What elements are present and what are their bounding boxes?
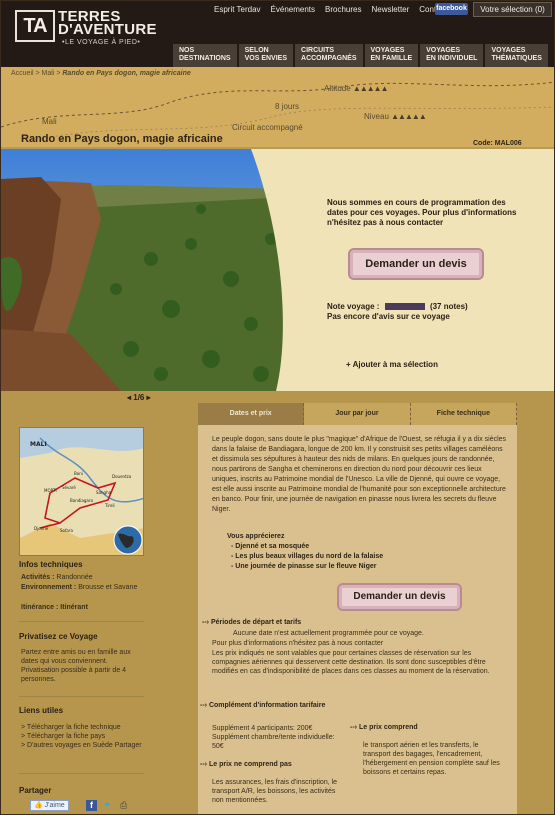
complement-heading: --› Complément d'information tarifaire xyxy=(200,702,326,709)
niveau-rating-icon: ▲▲▲▲▲ xyxy=(391,112,427,121)
nav-famille[interactable]: VOYAGES EN FAMILLE xyxy=(364,44,419,67)
highlights: Vous apprécierez - Djenné et sa mosquée … xyxy=(227,533,384,570)
tab-fiche-technique[interactable]: Fiche technique xyxy=(411,403,517,425)
like-button[interactable]: 👍 J'aime xyxy=(30,800,69,811)
nav-circuits[interactable]: CIRCUITS ACCOMPAGNÉS xyxy=(295,44,363,67)
breadcrumb: Accueil > Mali > Rando en Pays dogon, ma… xyxy=(11,70,191,77)
twitter-icon[interactable]: ✦ xyxy=(103,800,116,811)
map-label-douentza: Douentza xyxy=(112,474,132,479)
programming-notice: Nous sommes en cours de programmation de… xyxy=(327,198,517,227)
logo-tagline: •LE VOYAGE À PIED• xyxy=(62,39,141,46)
breadcrumb-path[interactable]: Accueil > Mali > xyxy=(11,70,60,77)
request-quote-button[interactable]: Demander un devis xyxy=(348,248,484,280)
logo-title-2[interactable]: D'AVENTURE xyxy=(58,22,157,37)
main-nav: NOS DESTINATIONS SELON VOS ENVIES CIRCUITS… xyxy=(173,44,550,67)
map-label-sevare: Sévaré xyxy=(62,485,76,490)
facebook-icon[interactable]: f xyxy=(86,800,97,811)
country-info: Mali xyxy=(42,117,57,126)
periods-line3: Les prix indiqués ne sont valables que p… xyxy=(212,650,490,675)
arrow-icon: --› xyxy=(202,619,209,626)
altitude-info: Altitude ▲▲▲▲▲ xyxy=(324,84,389,93)
map-label-tireli: Tireli xyxy=(104,503,115,508)
arrow-icon: --› xyxy=(350,724,357,731)
tab-jour-par-jour[interactable]: Jour par jour xyxy=(304,403,411,425)
private-text: Partez entre amis ou en famille aux date… xyxy=(21,649,131,683)
nav-individuel[interactable]: VOYAGES EN INDIVIDUEL xyxy=(420,44,484,67)
includes-heading: --› Le prix comprend xyxy=(350,724,418,731)
map-label-djenne: Djenné xyxy=(34,526,49,531)
itinerance-info: Itinérance : Itinérant xyxy=(21,604,88,611)
periods-line1: Aucune date n'est actuellement programmé… xyxy=(233,630,424,637)
request-quote-button-2[interactable]: Demander un devis xyxy=(337,583,462,611)
top-link-esprit[interactable]: Esprit Terdav xyxy=(214,5,261,14)
nav-destinations[interactable]: NOS DESTINATIONS xyxy=(173,44,237,67)
trip-description: Le peuple dogon, sans doute le plus "mag… xyxy=(212,436,507,513)
breadcrumb-current: Rando en Pays dogon, magie africaine xyxy=(62,70,191,77)
type-info: Circuit accompagné xyxy=(232,123,303,132)
add-to-selection-link[interactable]: + Ajouter à ma sélection xyxy=(346,360,438,369)
top-link-brochures[interactable]: Brochures xyxy=(325,5,361,14)
altitude-rating-icon: ▲▲▲▲▲ xyxy=(352,84,389,93)
excludes-text: Les assurances, les frais d'inscription,… xyxy=(212,779,338,804)
page-title: Rando en Pays dogon, magie africaine xyxy=(21,133,223,145)
links-heading: Liens utiles xyxy=(19,706,64,715)
site-header: TA TERRES D'AVENTURE •LE VOYAGE À PIED• … xyxy=(1,1,554,67)
divider xyxy=(19,773,144,774)
map-label-mopti: MOPTI xyxy=(44,488,57,493)
like-thumb-icon: 👍 J'aime xyxy=(30,800,69,811)
periods-heading: --› Périodes de départ et tarifs xyxy=(202,619,302,626)
link-fiche-technique[interactable]: > Télécharger la fiche technique xyxy=(21,723,146,732)
nav-envies[interactable]: SELON VOS ENVIES xyxy=(238,44,294,67)
trip-code: Code: MAL006 xyxy=(473,140,522,147)
nav-thematiques[interactable]: VOYAGES THÉMATIQUES xyxy=(485,44,548,67)
route-map[interactable]: MALI Boni Douentza MOPTI Sévaré Bandiaga… xyxy=(19,427,144,556)
reviews-status: Pas encore d'avis sur ce voyage xyxy=(327,312,450,321)
selection-button[interactable]: Votre sélection (0) xyxy=(473,2,552,17)
facebook-button[interactable]: facebook xyxy=(435,3,468,15)
niveau-info: Niveau ▲▲▲▲▲ xyxy=(364,112,427,121)
divider xyxy=(19,621,144,622)
next-arrow-icon[interactable]: ▸ xyxy=(147,393,151,402)
complement-text: Supplément 4 participants: 200€ Suppléme… xyxy=(212,725,335,750)
photo-pager[interactable]: ◂ 1/6 ▸ xyxy=(127,393,151,402)
duration-info: 8 jours xyxy=(275,102,300,111)
link-autres-voyages[interactable]: > D'autres voyages en Suède Partager xyxy=(21,741,146,750)
environment-info: Environnement : Brousse et Savane xyxy=(21,584,138,591)
activities-info: Activités : Randonnée xyxy=(21,574,93,581)
arrow-icon: --› xyxy=(200,702,207,709)
rating-stars-icon xyxy=(384,303,425,311)
map-label-sangha: Sangha xyxy=(96,490,112,495)
periods-line2: Pour plus d'informations n'hésitez pas à… xyxy=(212,640,384,647)
includes-text: le transport aérien et les transferts, l… xyxy=(363,742,500,776)
infos-heading: Infos techniques xyxy=(19,560,83,569)
divider xyxy=(19,696,144,697)
svg-text:MALI: MALI xyxy=(30,441,47,448)
share-heading: Partager xyxy=(19,786,52,795)
prev-arrow-icon[interactable]: ◂ xyxy=(127,393,131,402)
arrow-icon: --› xyxy=(200,761,207,768)
excludes-heading: --› Le prix ne comprend pas xyxy=(200,761,292,768)
cliff-photo[interactable] xyxy=(1,149,291,391)
map-label-boni: Boni xyxy=(74,471,83,476)
map-label-sofara: Sofara xyxy=(60,528,73,533)
link-fiche-pays[interactable]: > Télécharger la fiche pays xyxy=(21,732,146,741)
tab-dates-prix[interactable]: Dates et prix xyxy=(198,403,305,425)
top-link-evenements[interactable]: Événements xyxy=(271,5,315,14)
private-heading: Privatisez ce Voyage xyxy=(19,632,98,641)
share-icons: f ✦ ⎙ xyxy=(86,800,131,811)
tab-bar: Dates et prix Jour par jour Fiche techni… xyxy=(198,403,517,425)
print-icon[interactable]: ⎙ xyxy=(120,800,131,811)
top-link-newsletter[interactable]: Newsletter xyxy=(371,5,409,14)
logo-mark[interactable]: TA xyxy=(15,10,55,42)
top-links: Esprit Terdav Événements Brochures Newsl… xyxy=(214,5,461,14)
page: TA TERRES D'AVENTURE •LE VOYAGE À PIED• … xyxy=(0,0,555,815)
map-label-bandiagara: Bandiagara xyxy=(70,498,93,503)
rating: Note voyage : (37 notes) xyxy=(327,302,468,311)
